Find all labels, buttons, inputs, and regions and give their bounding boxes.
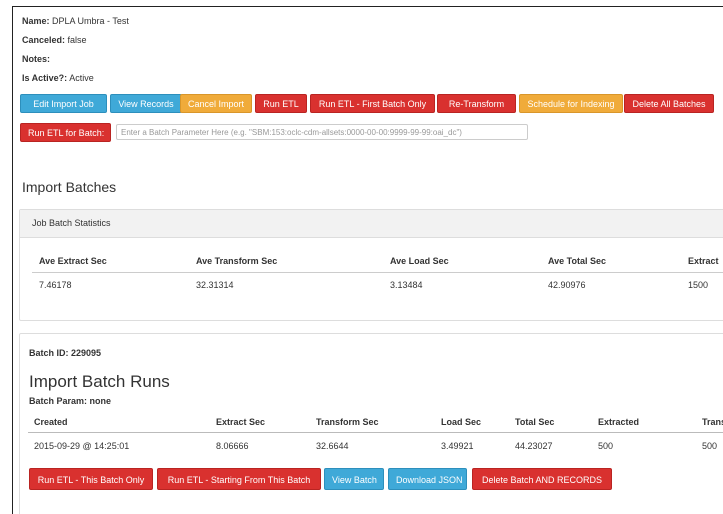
view-batch-button[interactable]: View Batch [324,468,384,490]
schedule-indexing-button[interactable]: Schedule for Indexing [519,94,623,113]
active-value: Active [69,73,94,83]
delete-all-batches-button[interactable]: Delete All Batches [624,94,714,113]
run-extract-sec: 8.06666 [216,441,249,451]
stat-ave-total-value: 42.90976 [548,280,586,290]
notes-line: Notes: [22,54,50,64]
job-name-line: Name: DPLA Umbra - Test [22,16,129,26]
stat-ave-extract-value: 7.46178 [39,280,72,290]
col-ave-extract-sec: Ave Extract Sec [39,256,107,266]
col-extracted: Extracted [598,417,640,427]
batch-param-label: Batch Param: none [29,396,112,406]
col-total-sec: Total Sec [515,417,555,427]
edit-import-job-button[interactable]: Edit Import Job [20,94,107,113]
run-transformed: 500 [702,441,718,451]
cancel-import-button[interactable]: Cancel Import [180,94,252,113]
col-extract: Extract [688,256,719,266]
col-ave-transform-sec: Ave Transform Sec [196,256,278,266]
batch-id-label: Batch ID: 229095 [29,348,102,358]
import-batches-heading: Import Batches [22,179,117,195]
run-total-sec: 44.23027 [515,441,553,451]
run-transform-sec: 32.6644 [316,441,349,451]
download-json-button[interactable]: Download JSON [388,468,467,490]
canceled-line: Canceled: false [22,35,87,45]
col-extract-sec: Extract Sec [216,417,266,427]
active-line: Is Active?: Active [22,73,94,83]
run-etl-this-batch-button[interactable]: Run ETL - This Batch Only [29,468,153,490]
stat-ave-load-value: 3.13484 [390,280,423,290]
delete-batch-and-records-button[interactable]: Delete Batch AND RECORDS [472,468,612,490]
notes-label: Notes: [22,54,51,64]
batch-parameter-input[interactable]: Enter a Batch Parameter Here (e.g. "SBM:… [116,124,528,140]
batch-panel: Batch ID: 229095 Import Batch Runs Batch… [19,333,723,514]
col-ave-load-sec: Ave Load Sec [390,256,449,266]
name-value: DPLA Umbra - Test [52,16,129,26]
run-etl-button[interactable]: Run ETL [255,94,307,113]
col-ave-total-sec: Ave Total Sec [548,256,607,266]
job-batch-statistics-panel: Job Batch Statistics Ave Extract Sec Ave… [19,209,723,321]
stats-panel-heading: Job Batch Statistics [20,210,723,238]
stat-extract-value: 1500 [688,280,709,290]
run-etl-from-this-batch-button[interactable]: Run ETL - Starting From This Batch [157,468,321,490]
canceled-value: false [67,35,87,45]
col-transformed: Trans [702,417,723,427]
stat-ave-transform-value: 32.31314 [196,280,234,290]
runs-header-divider [28,432,723,433]
active-label: Is Active?: [22,73,68,83]
import-batch-runs-heading: Import Batch Runs [29,372,170,391]
view-records-button[interactable]: View Records [110,94,182,113]
canceled-label: Canceled: [22,35,66,45]
re-transform-button[interactable]: Re-Transform [437,94,516,113]
col-created: Created [34,417,68,427]
col-transform-sec: Transform Sec [316,417,379,427]
run-load-sec: 3.49921 [441,441,474,451]
stats-header-divider [32,272,723,273]
run-extracted: 500 [598,441,614,451]
run-created: 2015-09-29 @ 14:25:01 [34,441,130,451]
run-etl-for-batch-button[interactable]: Run ETL for Batch: [20,123,111,142]
name-label: Name: [22,16,50,26]
import-job-page: Name: DPLA Umbra - Test Canceled: false … [12,6,723,514]
run-etl-first-batch-button[interactable]: Run ETL - First Batch Only [310,94,435,113]
col-load-sec: Load Sec [441,417,482,427]
